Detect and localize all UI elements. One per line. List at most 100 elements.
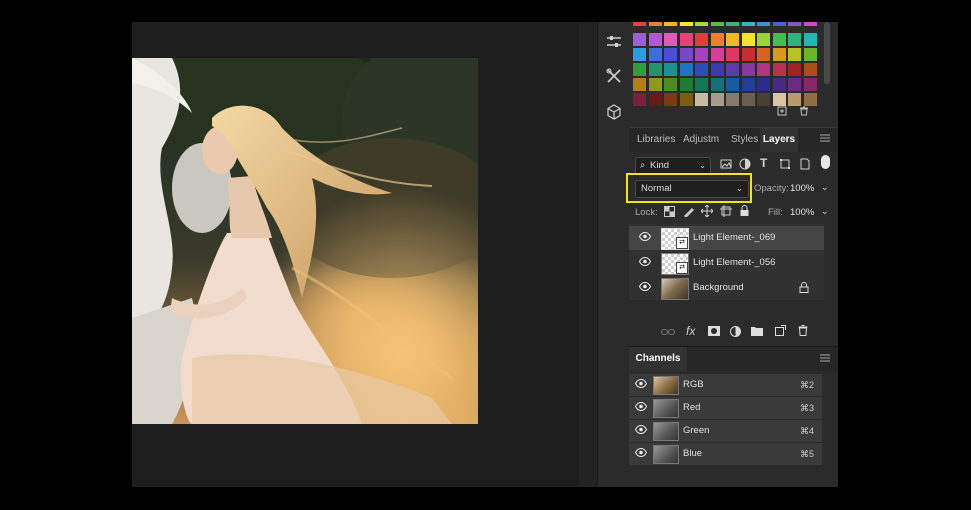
color-swatch[interactable]: [726, 22, 739, 26]
color-swatch[interactable]: [664, 63, 677, 76]
color-swatch[interactable]: [648, 48, 662, 61]
channel-row[interactable]: RGB ⌘2: [629, 374, 822, 396]
color-swatch[interactable]: [664, 22, 677, 26]
eye-icon[interactable]: [634, 424, 648, 437]
layer-row[interactable]: Background: [629, 276, 824, 300]
color-swatch[interactable]: [741, 33, 755, 46]
color-swatch[interactable]: [648, 22, 662, 26]
layer-row[interactable]: ⇄ Light Element-_069: [629, 226, 824, 250]
color-swatch[interactable]: [788, 78, 801, 91]
lock-image-pixels-icon[interactable]: [683, 205, 695, 220]
color-swatch[interactable]: [695, 33, 708, 46]
channel-row[interactable]: Blue ⌘5: [629, 443, 822, 465]
lock-position-icon[interactable]: [700, 204, 714, 220]
color-swatch[interactable]: [726, 93, 739, 106]
color-swatch[interactable]: [664, 78, 677, 91]
filter-shape-icon[interactable]: [779, 158, 791, 173]
layer-name[interactable]: Light Element-_069: [693, 226, 775, 250]
color-swatch[interactable]: [633, 93, 646, 106]
color-swatch[interactable]: [757, 33, 770, 46]
color-swatch[interactable]: [726, 48, 739, 61]
canvas-area[interactable]: [132, 22, 579, 487]
tab-libraries[interactable]: Libraries: [637, 128, 679, 152]
color-swatch[interactable]: [633, 78, 646, 91]
filter-pixel-icon[interactable]: [720, 158, 732, 173]
color-swatch[interactable]: [788, 93, 801, 106]
panel-menu-icon[interactable]: [820, 353, 830, 365]
tab-layers[interactable]: Layers: [760, 128, 798, 152]
color-swatch[interactable]: [788, 22, 801, 26]
color-swatch[interactable]: [679, 63, 693, 76]
color-swatch[interactable]: [772, 78, 786, 91]
color-swatch[interactable]: [695, 22, 708, 26]
color-swatch[interactable]: [788, 48, 801, 61]
color-swatch[interactable]: [710, 22, 724, 26]
opacity-chevron-icon[interactable]: ⌄: [821, 182, 829, 193]
trash-icon[interactable]: [799, 106, 809, 119]
panel-menu-icon[interactable]: [820, 133, 830, 145]
color-swatch[interactable]: [803, 93, 817, 106]
color-swatch[interactable]: [741, 78, 755, 91]
color-swatch[interactable]: [757, 48, 770, 61]
eye-icon[interactable]: [638, 256, 652, 269]
3d-cube-icon[interactable]: [602, 100, 625, 123]
color-swatch[interactable]: [803, 22, 817, 26]
opacity-value[interactable]: 100%: [790, 183, 814, 194]
color-swatch[interactable]: [772, 48, 786, 61]
color-swatch[interactable]: [648, 63, 662, 76]
color-swatch[interactable]: [726, 63, 739, 76]
trash-icon[interactable]: [798, 325, 808, 339]
add-mask-icon[interactable]: [708, 326, 720, 339]
eye-icon[interactable]: [638, 281, 652, 294]
color-swatch[interactable]: [695, 48, 708, 61]
color-swatch[interactable]: [679, 78, 693, 91]
tab-channels[interactable]: Channels: [629, 347, 687, 371]
color-swatch[interactable]: [710, 93, 724, 106]
color-swatch[interactable]: [788, 33, 801, 46]
link-layers-icon[interactable]: [661, 327, 675, 339]
eye-icon[interactable]: [634, 447, 648, 460]
color-swatch[interactable]: [648, 33, 662, 46]
color-swatch[interactable]: [757, 78, 770, 91]
color-swatch[interactable]: [772, 22, 786, 26]
channel-row[interactable]: Red ⌘3: [629, 397, 822, 419]
fill-value[interactable]: 100%: [790, 207, 814, 218]
color-swatch[interactable]: [710, 48, 724, 61]
color-swatch[interactable]: [679, 33, 693, 46]
new-layer-icon[interactable]: [775, 325, 786, 339]
adjustment-layer-icon[interactable]: [730, 326, 741, 340]
tools-icon[interactable]: [602, 64, 625, 87]
color-swatch[interactable]: [803, 48, 817, 61]
color-swatch[interactable]: [633, 48, 646, 61]
color-swatch[interactable]: [741, 63, 755, 76]
color-swatch[interactable]: [757, 63, 770, 76]
layer-name[interactable]: Background: [693, 276, 744, 300]
document-image[interactable]: [132, 58, 478, 424]
channel-row[interactable]: Green ⌘4: [629, 420, 822, 442]
color-swatch[interactable]: [803, 78, 817, 91]
color-swatch[interactable]: [695, 78, 708, 91]
new-swatch-icon[interactable]: [777, 106, 787, 119]
color-swatch[interactable]: [741, 93, 755, 106]
swatches-scrollbar[interactable]: [824, 22, 830, 84]
color-swatch[interactable]: [648, 93, 662, 106]
layer-name[interactable]: Light Element-_056: [693, 251, 775, 275]
color-swatch[interactable]: [710, 78, 724, 91]
color-swatch[interactable]: [757, 93, 770, 106]
folder-icon[interactable]: [751, 326, 763, 339]
layer-row[interactable]: ⇄ Light Element-_056: [629, 251, 824, 275]
color-swatch[interactable]: [633, 22, 646, 26]
color-swatch[interactable]: [633, 33, 646, 46]
swatches-grid[interactable]: [629, 22, 819, 106]
color-swatch[interactable]: [679, 22, 693, 26]
eye-icon[interactable]: [634, 401, 648, 414]
color-swatch[interactable]: [664, 48, 677, 61]
color-swatch[interactable]: [664, 93, 677, 106]
color-swatch[interactable]: [710, 33, 724, 46]
color-swatch[interactable]: [772, 63, 786, 76]
color-swatch[interactable]: [741, 48, 755, 61]
color-swatch[interactable]: [726, 78, 739, 91]
filter-type-icon[interactable]: T: [760, 156, 767, 170]
color-swatch[interactable]: [679, 93, 693, 106]
color-swatch[interactable]: [741, 22, 755, 26]
